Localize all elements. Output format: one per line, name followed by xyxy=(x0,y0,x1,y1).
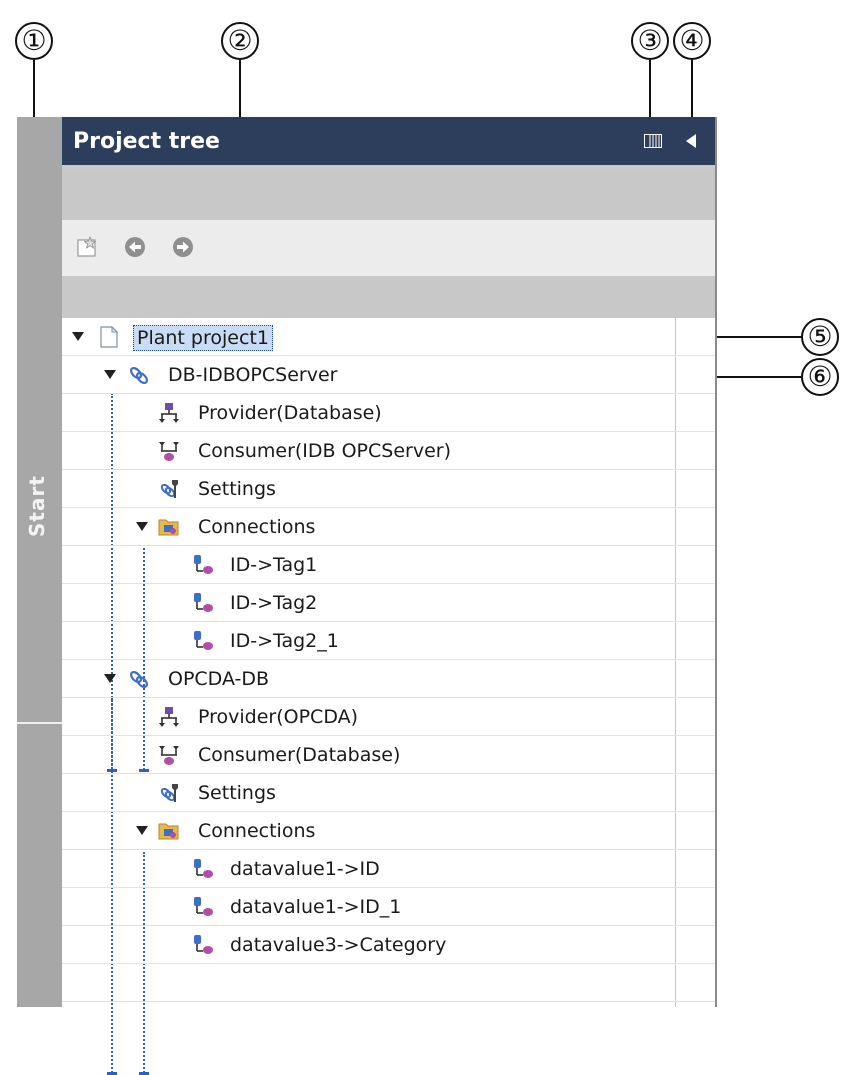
callout-6: ⑥ xyxy=(801,358,839,396)
project-tree-panel: Project tree Plant project1 DB-IDBOPCSer… xyxy=(62,117,717,1075)
tree-item-label: Connections xyxy=(198,516,316,538)
panel-title: Project tree xyxy=(73,129,220,154)
connection-icon xyxy=(194,555,213,574)
callout-5: ⑤ xyxy=(801,318,839,356)
panel-titlebar: Project tree xyxy=(62,117,715,165)
new-item-icon[interactable] xyxy=(76,236,98,258)
tree-item-label: datavalue1->ID_1 xyxy=(230,896,402,918)
tree-toolbar xyxy=(62,220,715,276)
consumer-icon xyxy=(159,746,179,765)
tree-item-consumer[interactable]: Consumer(Database) xyxy=(62,736,715,774)
forward-arrow-icon[interactable] xyxy=(172,236,194,258)
callout-4: ④ xyxy=(673,22,711,60)
tree-item-connection[interactable]: ID->Tag1 xyxy=(62,546,715,584)
tree-header-band xyxy=(62,276,715,318)
callout-1: ① xyxy=(15,22,53,60)
tree-item-root[interactable]: Plant project1 xyxy=(62,318,715,356)
tree-item-label: Connections xyxy=(198,820,316,842)
tree-item-label: ID->Tag1 xyxy=(230,554,318,576)
connection-icon xyxy=(194,593,213,612)
tree-empty-row xyxy=(62,964,715,1002)
settings-icon xyxy=(160,784,178,802)
tree-item-link[interactable]: OPCDA-DB xyxy=(62,660,715,698)
tree-item-settings[interactable]: Settings xyxy=(62,774,715,812)
collapse-panel-icon[interactable] xyxy=(686,134,696,148)
tree-item-label: Provider(Database) xyxy=(198,402,382,424)
connection-icon xyxy=(194,897,213,916)
expand-toggle-icon[interactable] xyxy=(104,674,116,683)
tree-item-consumer[interactable]: Consumer(IDB OPCServer) xyxy=(62,432,715,470)
expand-toggle-icon[interactable] xyxy=(104,370,116,379)
tree-item-settings[interactable]: Settings xyxy=(62,470,715,508)
callout-2: ② xyxy=(221,22,259,60)
tree-item-connection[interactable]: datavalue3->Category xyxy=(62,926,715,964)
expand-toggle-icon[interactable] xyxy=(72,332,84,341)
tree-item-connection[interactable]: datavalue1->ID_1 xyxy=(62,888,715,926)
tree-item-label: Plant project1 xyxy=(133,325,273,351)
expand-toggle-icon[interactable] xyxy=(136,522,148,531)
tree-item-label: ID->Tag2 xyxy=(230,592,318,614)
connection-icon xyxy=(194,935,213,954)
tree-item-label: Settings xyxy=(198,782,276,804)
tree-item-connection[interactable]: datavalue1->ID xyxy=(62,850,715,888)
link-icon xyxy=(129,670,149,689)
connection-icon xyxy=(194,631,213,650)
folder-icon xyxy=(158,519,179,536)
tree-item-label: Provider(OPCDA) xyxy=(198,706,359,728)
start-label[interactable]: Start xyxy=(25,475,53,537)
tree-item-label: DB-IDBOPCServer xyxy=(168,364,338,386)
tree-item-provider[interactable]: Provider(Database) xyxy=(62,394,715,432)
tree-item-link[interactable]: DB-IDBOPCServer xyxy=(62,356,715,394)
tree-item-label: OPCDA-DB xyxy=(168,668,270,690)
folder-icon xyxy=(158,823,179,840)
settings-icon xyxy=(160,480,178,498)
sidebar-divider xyxy=(17,722,62,724)
provider-icon xyxy=(159,707,179,727)
tree-item-connection[interactable]: ID->Tag2 xyxy=(62,584,715,622)
tree-item-label: datavalue1->ID xyxy=(230,858,380,880)
link-icon xyxy=(129,366,149,385)
expand-toggle-icon[interactable] xyxy=(136,826,148,835)
back-arrow-icon[interactable] xyxy=(124,236,146,258)
tree-item-connection[interactable]: ID->Tag2_1 xyxy=(62,622,715,660)
consumer-icon xyxy=(159,442,179,461)
start-sidebar[interactable]: Start xyxy=(17,117,63,1007)
split-view-icon[interactable] xyxy=(644,134,662,148)
provider-icon xyxy=(159,403,179,423)
project-icon xyxy=(100,326,119,348)
project-tree: Plant project1 DB-IDBOPCServer Provider(… xyxy=(62,318,715,1075)
connection-icon xyxy=(194,859,213,878)
tree-item-folder[interactable]: Connections xyxy=(62,508,715,546)
tree-item-label: ID->Tag2_1 xyxy=(230,630,339,652)
header-band xyxy=(62,170,715,220)
tree-item-label: Consumer(Database) xyxy=(198,744,401,766)
tree-item-label: Consumer(IDB OPCServer) xyxy=(198,440,452,462)
tree-item-provider[interactable]: Provider(OPCDA) xyxy=(62,698,715,736)
tree-item-label: Settings xyxy=(198,478,276,500)
tree-item-label: datavalue3->Category xyxy=(230,934,447,956)
tree-item-folder[interactable]: Connections xyxy=(62,812,715,850)
callout-3: ③ xyxy=(631,22,669,60)
